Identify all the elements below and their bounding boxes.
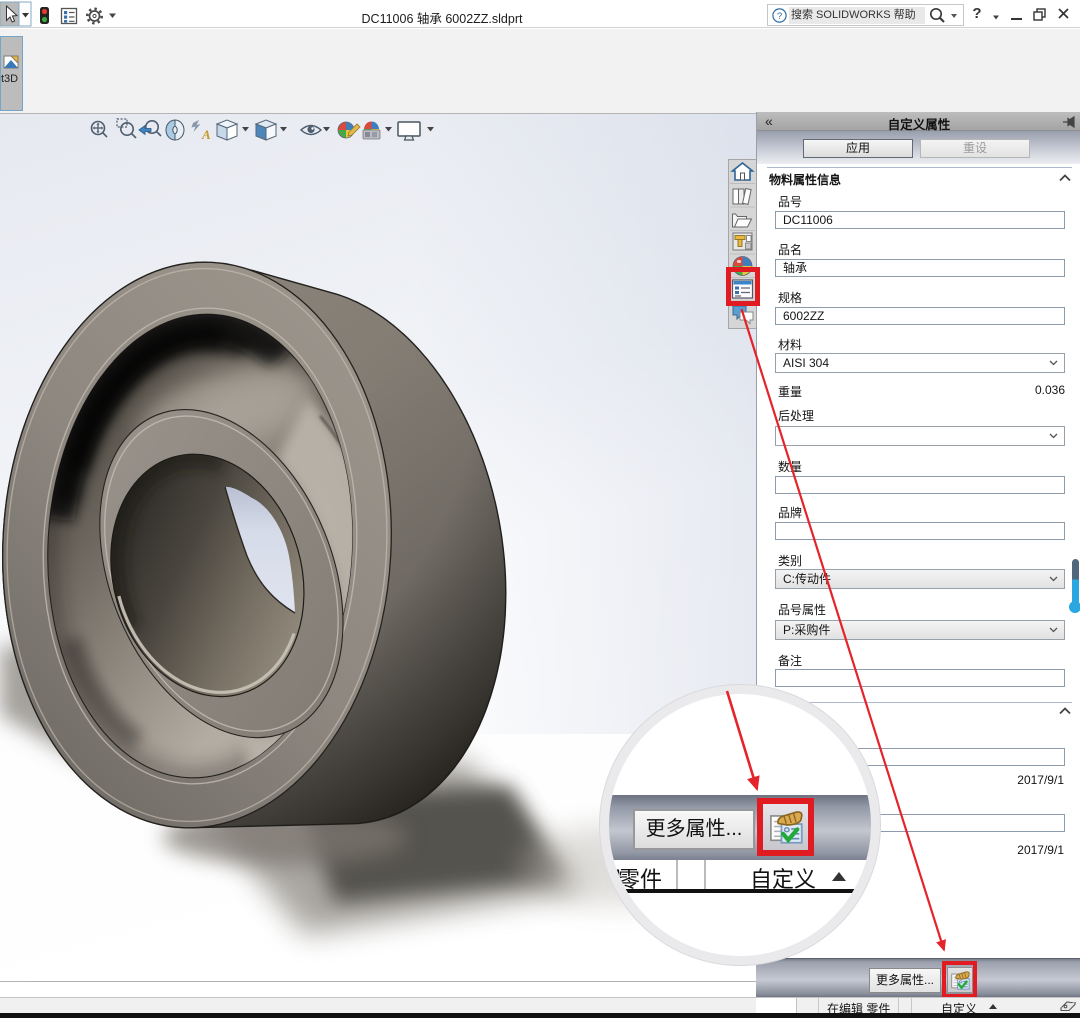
- svg-text:A: A: [201, 127, 211, 142]
- svg-text:?: ?: [777, 11, 782, 22]
